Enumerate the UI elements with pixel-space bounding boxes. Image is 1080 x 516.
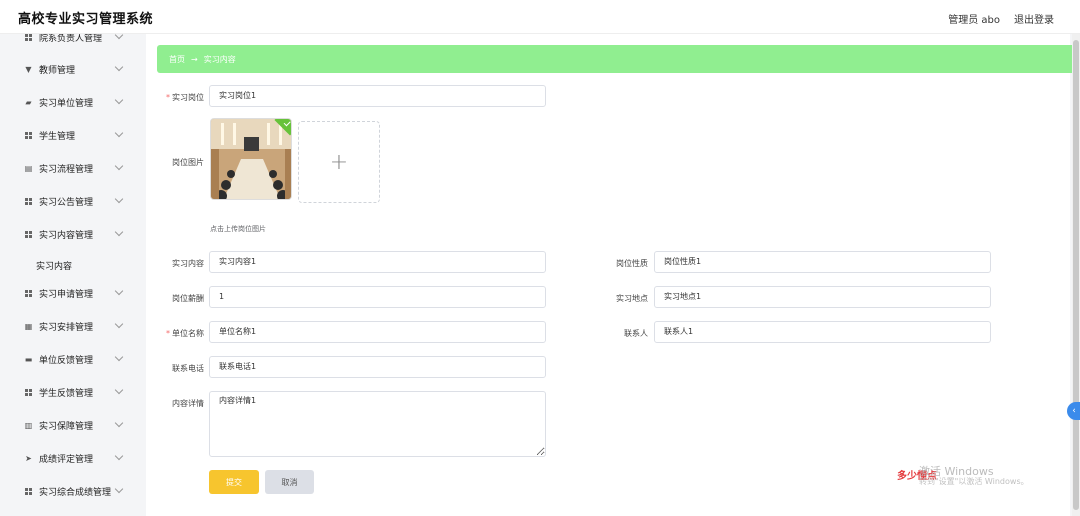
chevron-down-icon	[114, 95, 124, 105]
sidebar-item-label: 学生管理	[39, 131, 76, 142]
breadcrumb: 首页 → 实习内容	[157, 45, 1080, 73]
content-input[interactable]: 实习内容1	[209, 251, 546, 273]
sidebar-item-label: 学生反馈管理	[39, 388, 94, 399]
salary-label: 岗位薪酬	[172, 294, 204, 303]
content-label: 实习内容	[172, 259, 204, 268]
breadcrumb-home[interactable]: 首页	[169, 54, 185, 65]
location-label: 实习地点	[616, 294, 648, 303]
watermark: 多少懂点 激活 Windows 转到"设置"以激活 Windows。	[897, 465, 1029, 486]
sidebar-item[interactable]: ▤ 实习流程管理	[0, 155, 146, 181]
sidebar-item[interactable]: 实习综合成绩管理	[0, 478, 146, 504]
sidebar-item-label: 单位反馈管理	[39, 355, 94, 366]
sidebar-item-label: 实习公告管理	[39, 197, 94, 208]
chevron-down-icon	[114, 418, 124, 428]
windows-activation-hint: 转到"设置"以激活 Windows。	[919, 477, 1029, 486]
sidebar-item-label: 实习安排管理	[39, 322, 94, 333]
meeting-room-image	[211, 119, 291, 199]
cancel-button[interactable]: 取消	[265, 470, 314, 494]
main-scrollbar-thumb[interactable]	[1073, 40, 1079, 510]
grid-icon	[24, 34, 33, 42]
chevron-down-icon	[114, 128, 124, 138]
position-label: * 实习岗位	[166, 93, 204, 102]
sidebar-item-label: 教师管理	[39, 65, 76, 76]
chevron-left-icon[interactable]: ‹	[1067, 402, 1080, 420]
phone-label: 联系电话	[172, 364, 204, 373]
company-input[interactable]: 单位名称1	[209, 321, 546, 343]
uploaded-image[interactable]	[210, 118, 292, 200]
salary-input[interactable]: 1	[209, 286, 546, 308]
grid-icon	[24, 487, 33, 496]
sidebar-item[interactable]: 院系负责人管理	[0, 34, 146, 50]
position-input[interactable]: 实习岗位1	[209, 85, 546, 107]
chevron-down-icon	[114, 161, 124, 171]
sidebar-item-label: 成绩评定管理	[39, 454, 94, 465]
grid-icon	[24, 230, 33, 239]
top-header: 高校专业实习管理系统 管理员 abo 退出登录	[0, 0, 1080, 34]
breadcrumb-arrow: →	[191, 54, 198, 64]
feedback-icon: ▬	[24, 354, 33, 364]
grid-icon	[24, 388, 33, 397]
company-icon: ▰	[25, 97, 32, 107]
chevron-down-icon	[114, 352, 124, 362]
sidebar-item[interactable]: 实习申请管理	[0, 280, 146, 306]
detail-label: 内容详情	[172, 399, 204, 408]
chevron-down-icon	[114, 34, 124, 40]
arrange-icon: ▦	[24, 321, 33, 331]
sidebar-item[interactable]: ▰ 实习单位管理	[0, 89, 146, 115]
chevron-down-icon	[114, 451, 124, 461]
chevron-down-icon	[114, 319, 124, 329]
nature-label: 岗位性质	[616, 259, 648, 268]
chevron-down-icon	[114, 286, 124, 296]
sidebar-item-label: 实习流程管理	[39, 164, 94, 175]
location-input[interactable]: 实习地点1	[654, 286, 991, 308]
app-title: 高校专业实习管理系统	[18, 12, 154, 27]
sidebar-item-label: 实习单位管理	[39, 98, 94, 109]
sidebar-item[interactable]: 实习内容管理	[0, 221, 146, 247]
company-label: * 单位名称	[166, 329, 204, 338]
process-icon: ▤	[24, 163, 33, 173]
upload-hint: 点击上传岗位图片	[210, 225, 266, 233]
sidebar-subitem-content[interactable]: 实习内容	[36, 259, 72, 272]
teacher-icon: ▼	[25, 64, 32, 74]
logout-link[interactable]: 退出登录	[1014, 11, 1054, 26]
sidebar-item-label: 院系负责人管理	[39, 34, 103, 44]
contact-label: 联系人	[624, 329, 648, 338]
sidebar-item[interactable]: 学生管理	[0, 122, 146, 148]
nature-input[interactable]: 岗位性质1	[654, 251, 991, 273]
send-icon: ➤	[25, 453, 32, 463]
submit-button[interactable]: 提交	[209, 470, 259, 494]
sidebar-item-label: 实习综合成绩管理	[39, 487, 112, 498]
grid-icon	[24, 289, 33, 298]
chevron-down-icon	[114, 194, 124, 204]
sidebar-item[interactable]: ▦ 实习安排管理	[0, 313, 146, 339]
phone-input[interactable]: 联系电话1	[209, 356, 546, 378]
sidebar-item-label: 实习内容管理	[39, 230, 94, 241]
chevron-down-icon	[114, 62, 124, 72]
chevron-down-icon	[114, 227, 124, 237]
breadcrumb-current: 实习内容	[203, 54, 236, 64]
sidebar-item[interactable]: 学生反馈管理	[0, 379, 146, 405]
table-icon: ▥	[24, 420, 33, 430]
user-name[interactable]: 管理员 abo	[948, 11, 1000, 26]
image-label: 岗位图片	[172, 158, 204, 167]
sidebar-item-label: 实习申请管理	[39, 289, 94, 300]
upload-add-button[interactable]: +	[298, 121, 380, 203]
sidebar-item[interactable]: ➤ 成绩评定管理	[0, 445, 146, 471]
detail-textarea[interactable]: 内容详情1	[209, 391, 546, 457]
sidebar-item[interactable]: 实习公告管理	[0, 188, 146, 214]
grid-icon	[24, 131, 33, 140]
header-actions: 管理员 abo 退出登录	[948, 11, 1054, 26]
sidebar-item-label: 实习保障管理	[39, 421, 94, 432]
sidebar-item[interactable]: ▼ 教师管理	[0, 56, 146, 82]
chevron-down-icon	[114, 385, 124, 395]
contact-input[interactable]: 联系人1	[654, 321, 991, 343]
grid-icon	[24, 197, 33, 206]
chevron-down-icon	[114, 484, 124, 494]
sidebar: 院系负责人管理 ▼ 教师管理 ▰ 实习单位管理 学生管理 ▤ 实习流程管理 实习公告管理 实习内容…	[0, 34, 146, 516]
sidebar-item[interactable]: ▬ 单位反馈管理	[0, 346, 146, 372]
sidebar-item[interactable]: ▥ 实习保障管理	[0, 412, 146, 438]
